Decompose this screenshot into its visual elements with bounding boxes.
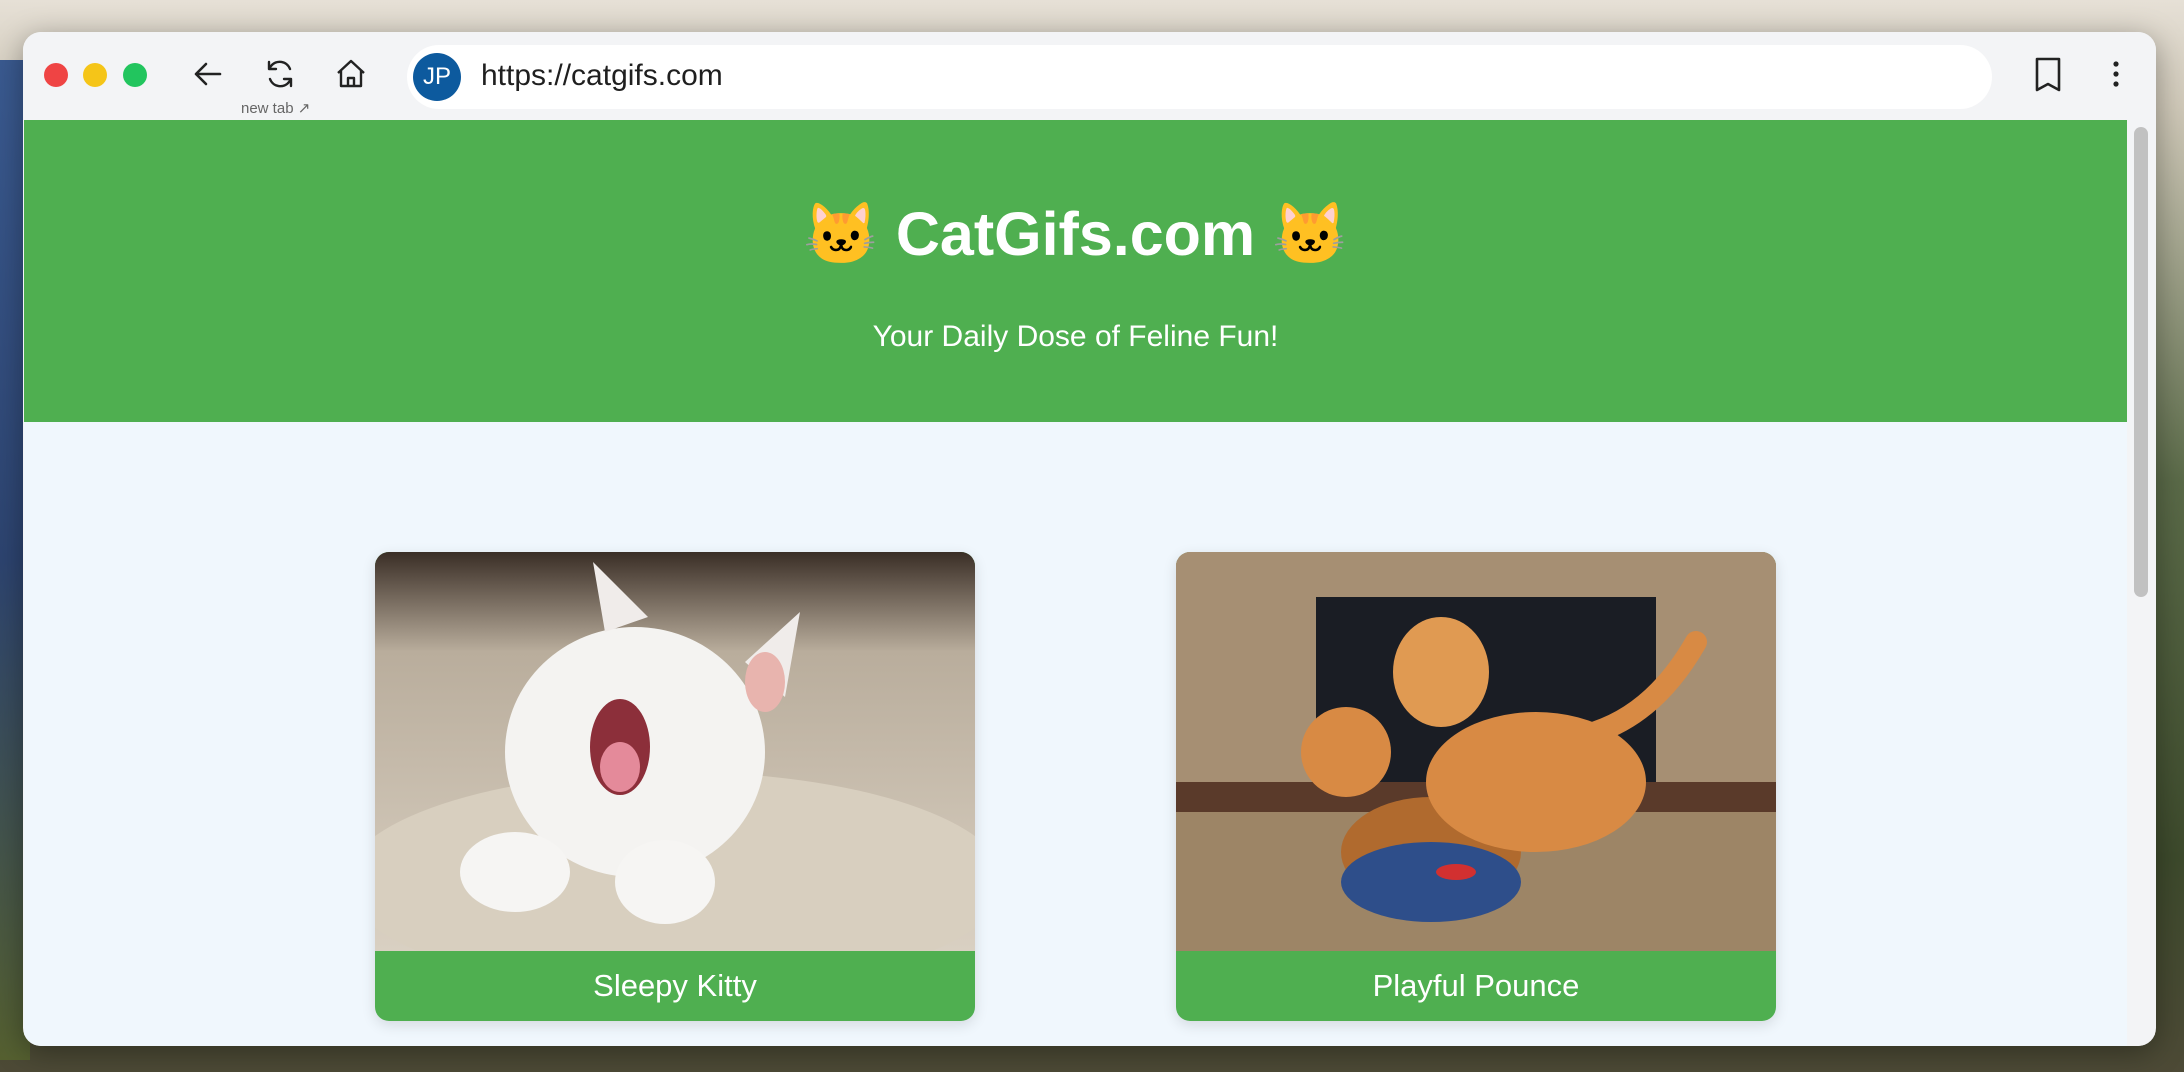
scrollbar-thumb[interactable] xyxy=(2134,127,2148,597)
maximize-window-button[interactable] xyxy=(123,63,147,87)
home-icon[interactable] xyxy=(331,54,371,94)
new-tab-hint: new tab ↗ xyxy=(241,100,311,117)
page-content: 🐱 CatGifs.com 🐱 Your Daily Dose of Felin… xyxy=(24,120,2127,1046)
playful-pounce-image[interactable] xyxy=(1176,552,1776,951)
gif-card-playful-pounce[interactable]: Playful Pounce xyxy=(1176,552,1776,1021)
site-title: 🐱 CatGifs.com 🐱 xyxy=(24,198,2127,270)
reload-icon[interactable] xyxy=(260,54,300,94)
url-text[interactable]: https://catgifs.com xyxy=(481,59,723,93)
back-arrow-icon[interactable] xyxy=(188,54,228,94)
cat-emoji-icon: 🐱 xyxy=(1272,200,1349,268)
browser-window: new tab ↗ JP https://catgifs.com 🐱 CatGi… xyxy=(23,32,2156,1046)
bookmark-icon[interactable] xyxy=(2028,54,2068,94)
browser-toolbar: new tab ↗ JP https://catgifs.com xyxy=(23,32,2156,120)
card-title[interactable]: Sleepy Kitty xyxy=(375,951,975,1021)
more-vertical-icon[interactable] xyxy=(2096,54,2136,94)
site-subtitle: Your Daily Dose of Feline Fun! xyxy=(872,320,1279,353)
page-scrollbar[interactable] xyxy=(2127,120,2155,1046)
close-window-button[interactable] xyxy=(44,63,68,87)
site-title-text: CatGifs.com xyxy=(895,200,1256,268)
profile-avatar[interactable]: JP xyxy=(413,53,461,101)
cat-emoji-icon: 🐱 xyxy=(802,200,879,268)
address-bar[interactable]: JP https://catgifs.com xyxy=(407,45,1992,109)
site-header: 🐱 CatGifs.com 🐱 Your Daily Dose of Felin… xyxy=(24,120,2127,422)
minimize-window-button[interactable] xyxy=(83,63,107,87)
gif-card-sleepy-kitty[interactable]: Sleepy Kitty xyxy=(375,552,975,1021)
card-title[interactable]: Playful Pounce xyxy=(1176,951,1776,1021)
sleepy-kitty-image[interactable] xyxy=(375,552,975,951)
